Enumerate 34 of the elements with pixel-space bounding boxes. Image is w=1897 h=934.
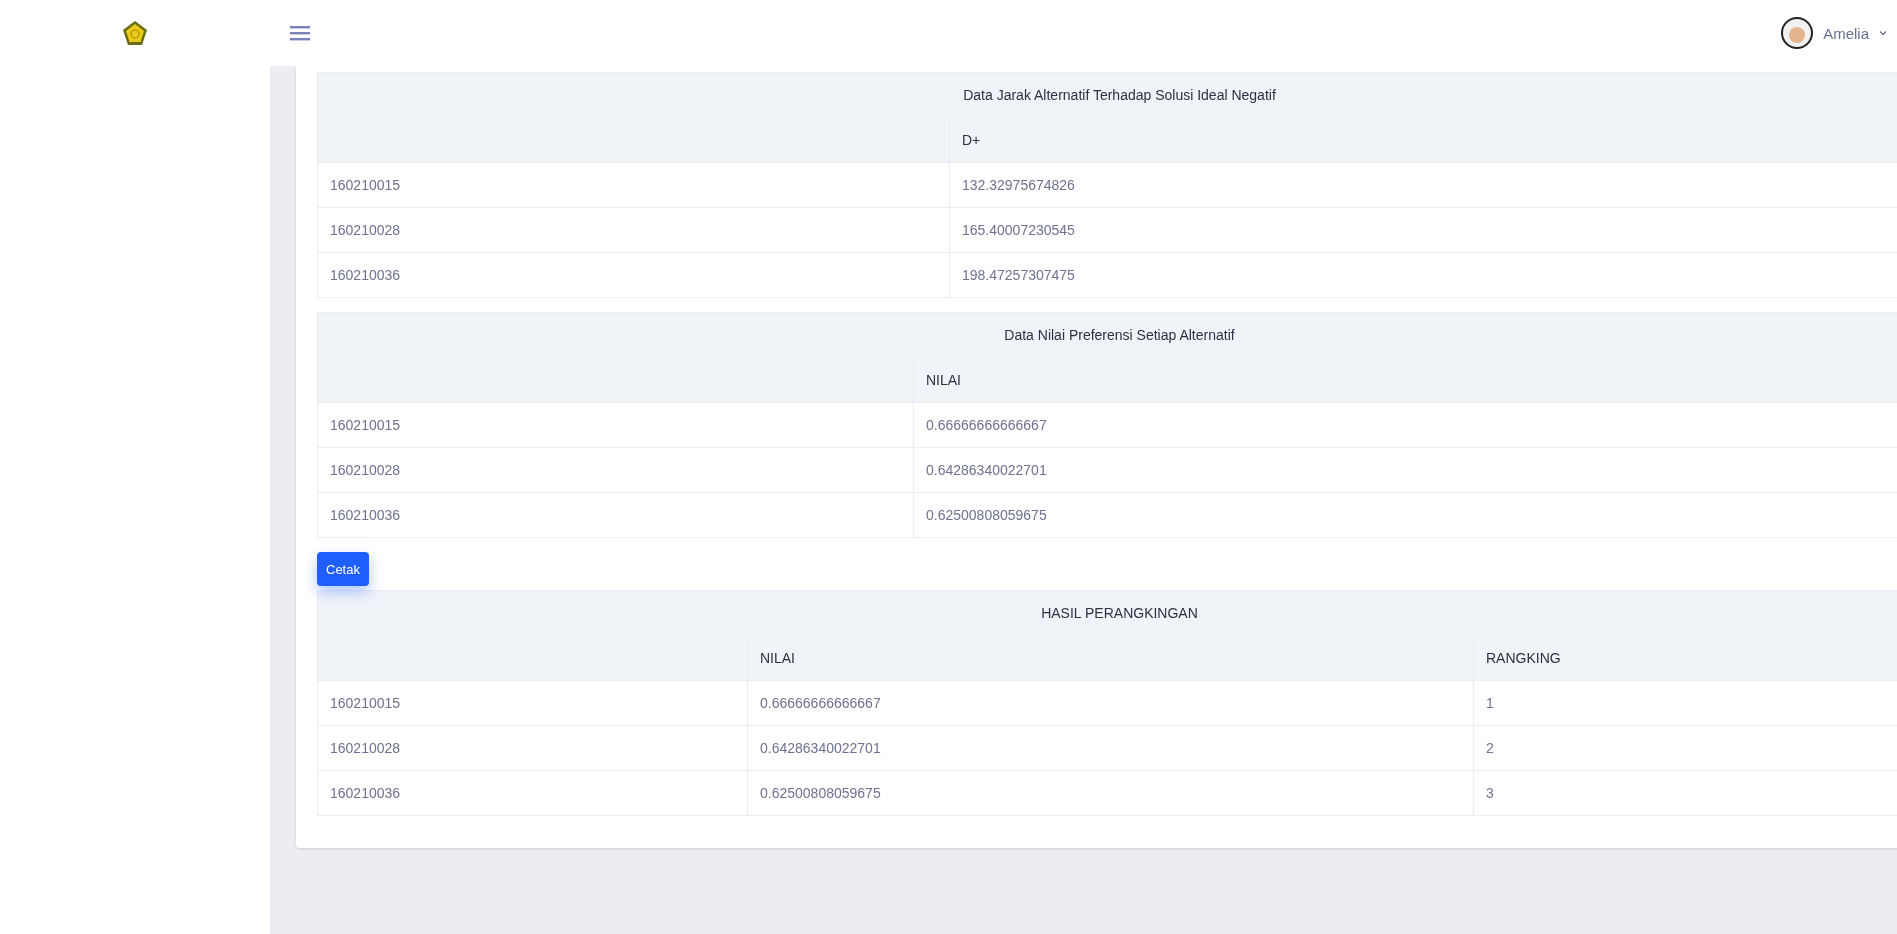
column-header: NILAI [913, 357, 1897, 403]
table-cell: 132.32975674826 [949, 162, 1897, 208]
caret-icon[interactable] [1879, 30, 1887, 36]
table-cell: 160210028 [317, 447, 914, 493]
user-name[interactable]: Amelia [1823, 24, 1869, 42]
print-button[interactable]: Cetak [317, 552, 369, 586]
menu-icon[interactable] [290, 24, 310, 42]
table-cell: 160210028 [317, 725, 748, 771]
table-cell: 198.47257307475 [949, 252, 1897, 298]
table-cell: 0.66666666666667 [747, 680, 1474, 726]
table-cell: 0.62500808059675 [747, 770, 1474, 816]
table-title: HASIL PERANGKINGAN [317, 590, 1897, 636]
emblem-logo [122, 20, 148, 46]
table-cell: 0.64286340022701 [913, 447, 1897, 493]
table-cell: 160210036 [317, 252, 950, 298]
column-header: RANGKING [1473, 635, 1897, 681]
table-title: Data Jarak Alternatif Terhadap Solusi Ideal Negatif [317, 72, 1897, 118]
table-cell: 3 [1473, 770, 1897, 816]
table-cell: 0.64286340022701 [747, 725, 1474, 771]
avatar-icon[interactable] [1781, 17, 1814, 49]
table-cell: 160210015 [317, 680, 748, 726]
table-cell: 1 [1473, 680, 1897, 726]
table-cell: 2 [1473, 725, 1897, 771]
table-cell: 160210028 [317, 207, 950, 253]
table-cell: 160210036 [317, 492, 914, 538]
column-header: NILAI [747, 635, 1474, 681]
table-cell: 160210036 [317, 770, 748, 816]
table-cell: 0.66666666666667 [913, 402, 1897, 448]
column-header: D+ [949, 117, 1897, 163]
table-cell: 165.40007230545 [949, 207, 1897, 253]
table-cell: 160210015 [317, 402, 914, 448]
table-cell: 0.62500808059675 [913, 492, 1897, 538]
table-title: Data Nilai Preferensi Setiap Alternatif [317, 312, 1897, 358]
table-cell: 160210015 [317, 162, 950, 208]
